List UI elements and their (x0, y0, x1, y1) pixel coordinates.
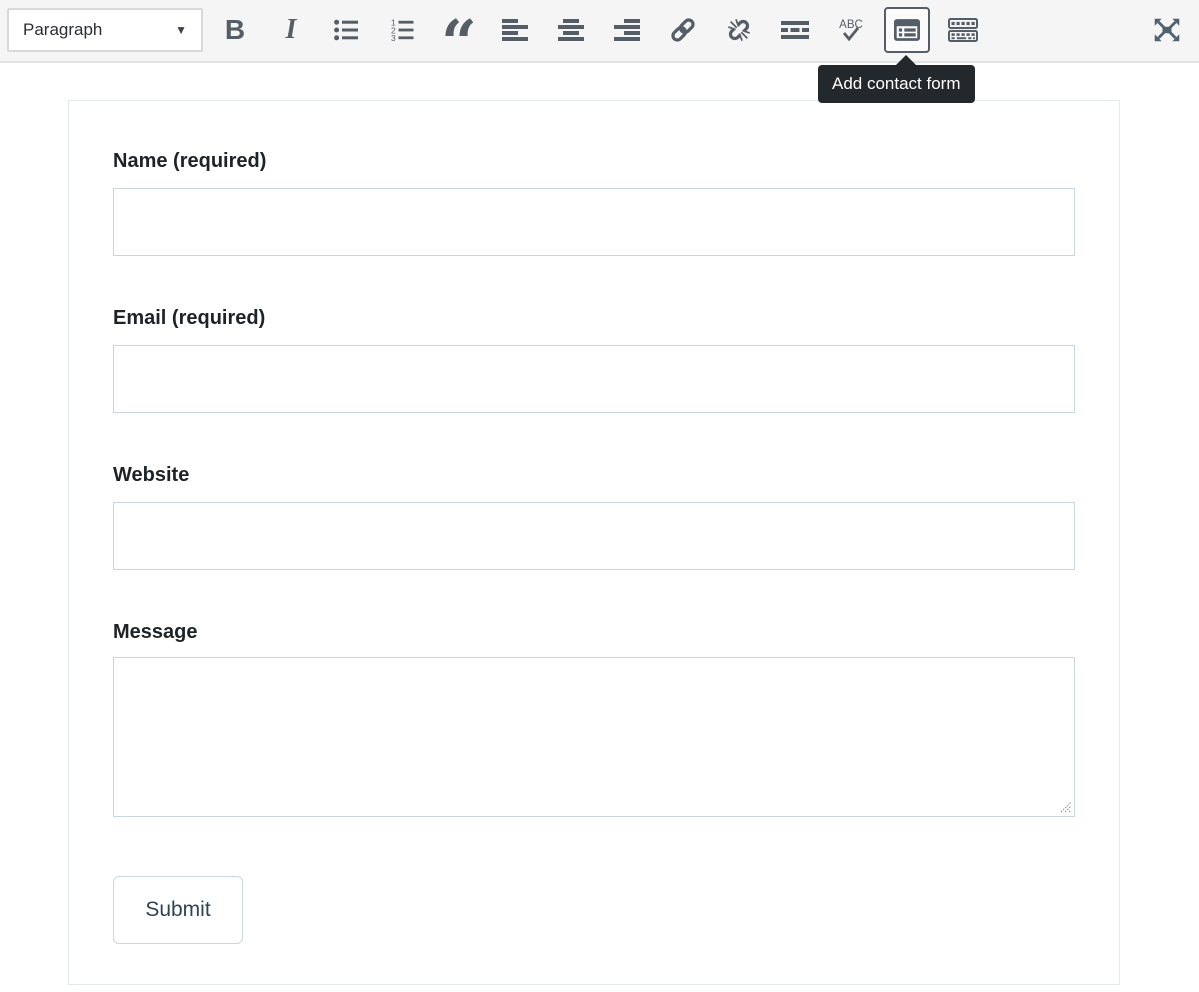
form-field-message: Message (113, 620, 1075, 817)
unlink-button[interactable] (719, 10, 759, 50)
bullet-list-icon (334, 19, 360, 41)
more-tag-icon (781, 21, 809, 39)
link-button[interactable] (663, 10, 703, 50)
email-input[interactable] (113, 345, 1075, 413)
more-tag-button[interactable] (775, 10, 815, 50)
keyboard-button[interactable] (943, 10, 983, 50)
editor-content-area: Name (required) Email (required) Website… (0, 100, 1199, 985)
svg-text:3: 3 (391, 33, 396, 41)
blockquote-button[interactable]: “ (439, 10, 479, 50)
form-field-name: Name (required) (113, 149, 1075, 256)
numbered-list-button[interactable]: 1 2 3 (383, 10, 423, 50)
paragraph-dropdown[interactable]: Paragraph ▼ (7, 8, 203, 52)
keyboard-icon (948, 18, 978, 42)
unlink-icon (725, 16, 753, 44)
submit-button[interactable]: Submit (113, 876, 243, 944)
spellcheck-icon: ABC (837, 17, 865, 44)
align-right-button[interactable] (607, 10, 647, 50)
name-input[interactable] (113, 188, 1075, 256)
email-field-label: Email (required) (113, 306, 1075, 330)
italic-button[interactable]: I (271, 10, 311, 50)
dropdown-arrow-icon: ▼ (175, 23, 187, 37)
message-textarea[interactable] (113, 657, 1075, 817)
italic-icon: I (286, 14, 297, 46)
spellcheck-button[interactable]: ABC (831, 10, 871, 50)
form-field-website: Website (113, 463, 1075, 570)
align-left-icon (502, 19, 528, 41)
svg-text:ABC: ABC (839, 19, 863, 31)
add-contact-form-button[interactable] (884, 7, 930, 53)
website-field-label: Website (113, 463, 1075, 487)
tooltip-add-contact-form: Add contact form (818, 65, 975, 103)
form-field-email: Email (required) (113, 306, 1075, 413)
bullet-list-button[interactable] (327, 10, 367, 50)
name-field-label: Name (required) (113, 149, 1075, 173)
bold-button[interactable]: B (215, 10, 255, 50)
align-left-button[interactable] (495, 10, 535, 50)
paragraph-dropdown-value: Paragraph (23, 20, 102, 40)
align-center-icon (558, 19, 584, 41)
align-right-icon (614, 19, 640, 41)
align-center-button[interactable] (551, 10, 591, 50)
contact-form-preview: Name (required) Email (required) Website… (68, 100, 1120, 985)
website-input[interactable] (113, 502, 1075, 570)
message-field-label: Message (113, 620, 1075, 644)
editor-toolbar: Paragraph ▼ B I 1 2 3 “ (0, 0, 1199, 63)
bold-icon: B (225, 14, 245, 46)
fullscreen-icon (1151, 15, 1183, 45)
link-icon (669, 16, 697, 44)
contact-form-icon (894, 19, 920, 41)
fullscreen-button[interactable] (1147, 10, 1187, 50)
numbered-list-icon: 1 2 3 (390, 19, 416, 41)
resize-grip-icon[interactable] (1060, 801, 1072, 813)
blockquote-icon: “ (441, 12, 477, 74)
